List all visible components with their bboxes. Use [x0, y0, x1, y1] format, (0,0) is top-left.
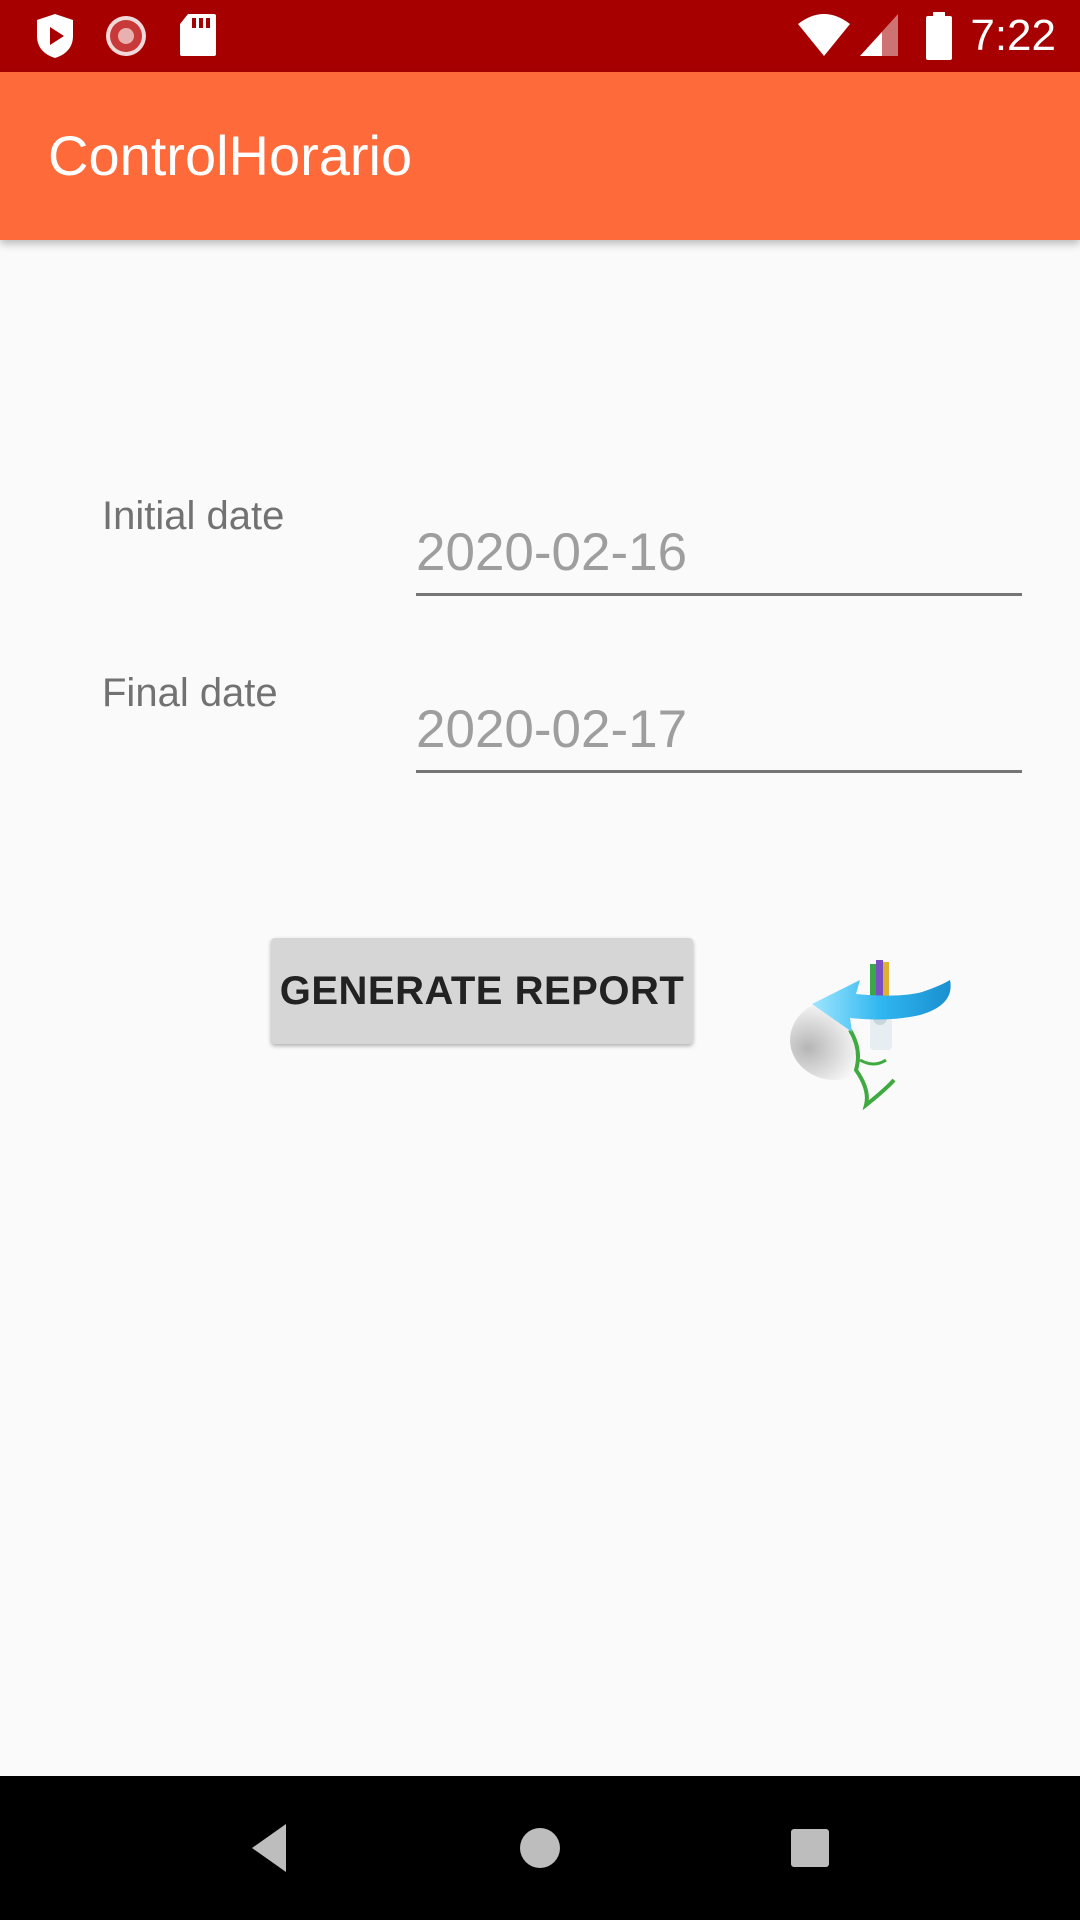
final-date-value: 2020-02-17: [416, 700, 688, 759]
initial-date-value: 2020-02-16: [416, 523, 688, 582]
home-icon[interactable]: [508, 1816, 572, 1880]
initial-date-field[interactable]: 2020-02-16: [416, 520, 1022, 596]
cell-signal-icon: [860, 14, 898, 56]
recents-icon[interactable]: [778, 1816, 842, 1880]
status-time: 7:22: [970, 11, 1056, 60]
final-date-label: Final date: [102, 671, 278, 715]
back-arrow-logo-icon[interactable]: [790, 940, 960, 1110]
app-bar: ControlHorario: [0, 72, 1080, 240]
wifi-icon: [798, 14, 850, 56]
initial-date-label: Initial date: [102, 494, 285, 538]
status-bar: 7:22: [0, 0, 1080, 72]
battery-icon: [926, 12, 952, 60]
back-icon[interactable]: [238, 1816, 302, 1880]
play-shield-icon: [37, 14, 73, 58]
nav-bar: [0, 1776, 1080, 1920]
app-title: ControlHorario: [48, 124, 413, 187]
sd-card-icon: [180, 14, 216, 56]
loading-spinner-icon: [106, 16, 146, 56]
generate-report-button[interactable]: GENERATE REPORT: [271, 938, 693, 1044]
final-date-field[interactable]: 2020-02-17: [416, 697, 1022, 773]
